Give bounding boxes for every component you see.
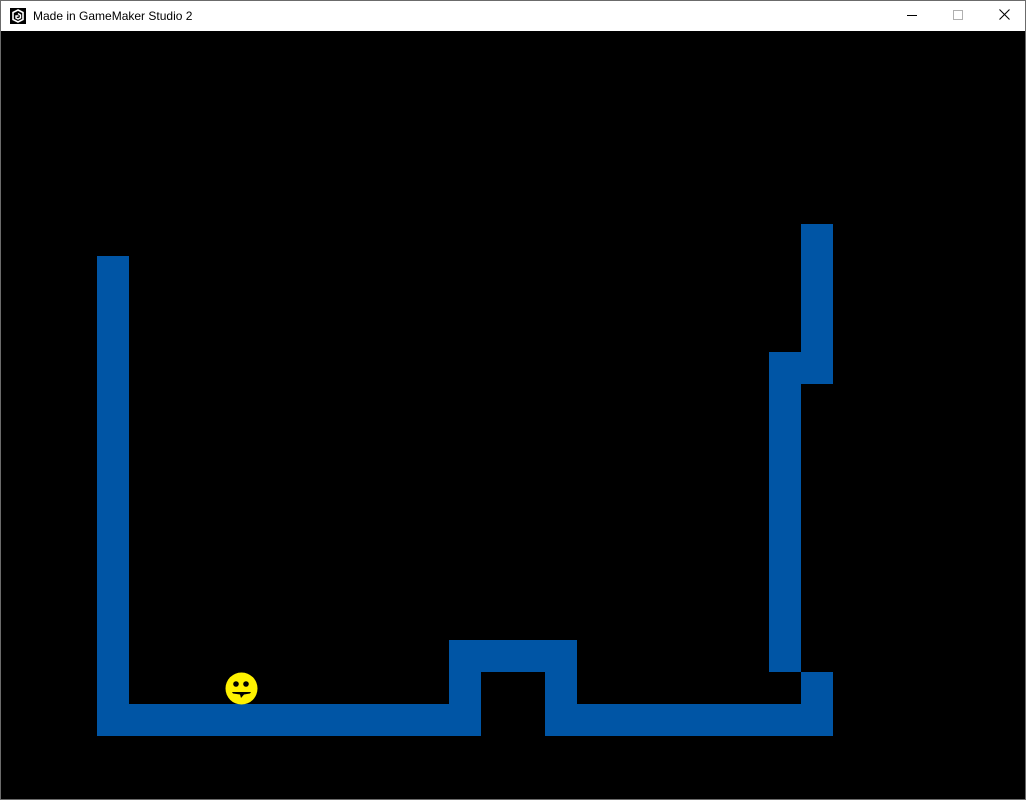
close-button[interactable]	[981, 1, 1025, 31]
game-window: Made in GameMaker Studio 2	[0, 0, 1026, 800]
close-icon	[998, 7, 1010, 25]
wall-block	[769, 352, 801, 672]
wall-block	[545, 672, 577, 704]
gamemaker-logo-icon	[10, 8, 26, 24]
wall-block	[545, 704, 833, 736]
wall-block	[801, 352, 833, 384]
wall-block	[449, 672, 481, 704]
title-bar[interactable]: Made in GameMaker Studio 2	[1, 1, 1025, 31]
player-character	[225, 672, 258, 705]
wall-block	[801, 224, 833, 352]
wall-block	[129, 704, 481, 736]
wall-block	[801, 672, 833, 704]
smiley-face-icon	[225, 672, 258, 709]
maximize-icon	[953, 7, 963, 25]
minimize-icon	[907, 7, 917, 25]
minimize-button[interactable]	[889, 1, 935, 31]
maximize-button[interactable]	[935, 1, 981, 31]
game-canvas[interactable]	[1, 32, 1025, 799]
wall-block	[449, 640, 577, 672]
wall-block	[97, 256, 129, 736]
window-title: Made in GameMaker Studio 2	[33, 9, 193, 23]
